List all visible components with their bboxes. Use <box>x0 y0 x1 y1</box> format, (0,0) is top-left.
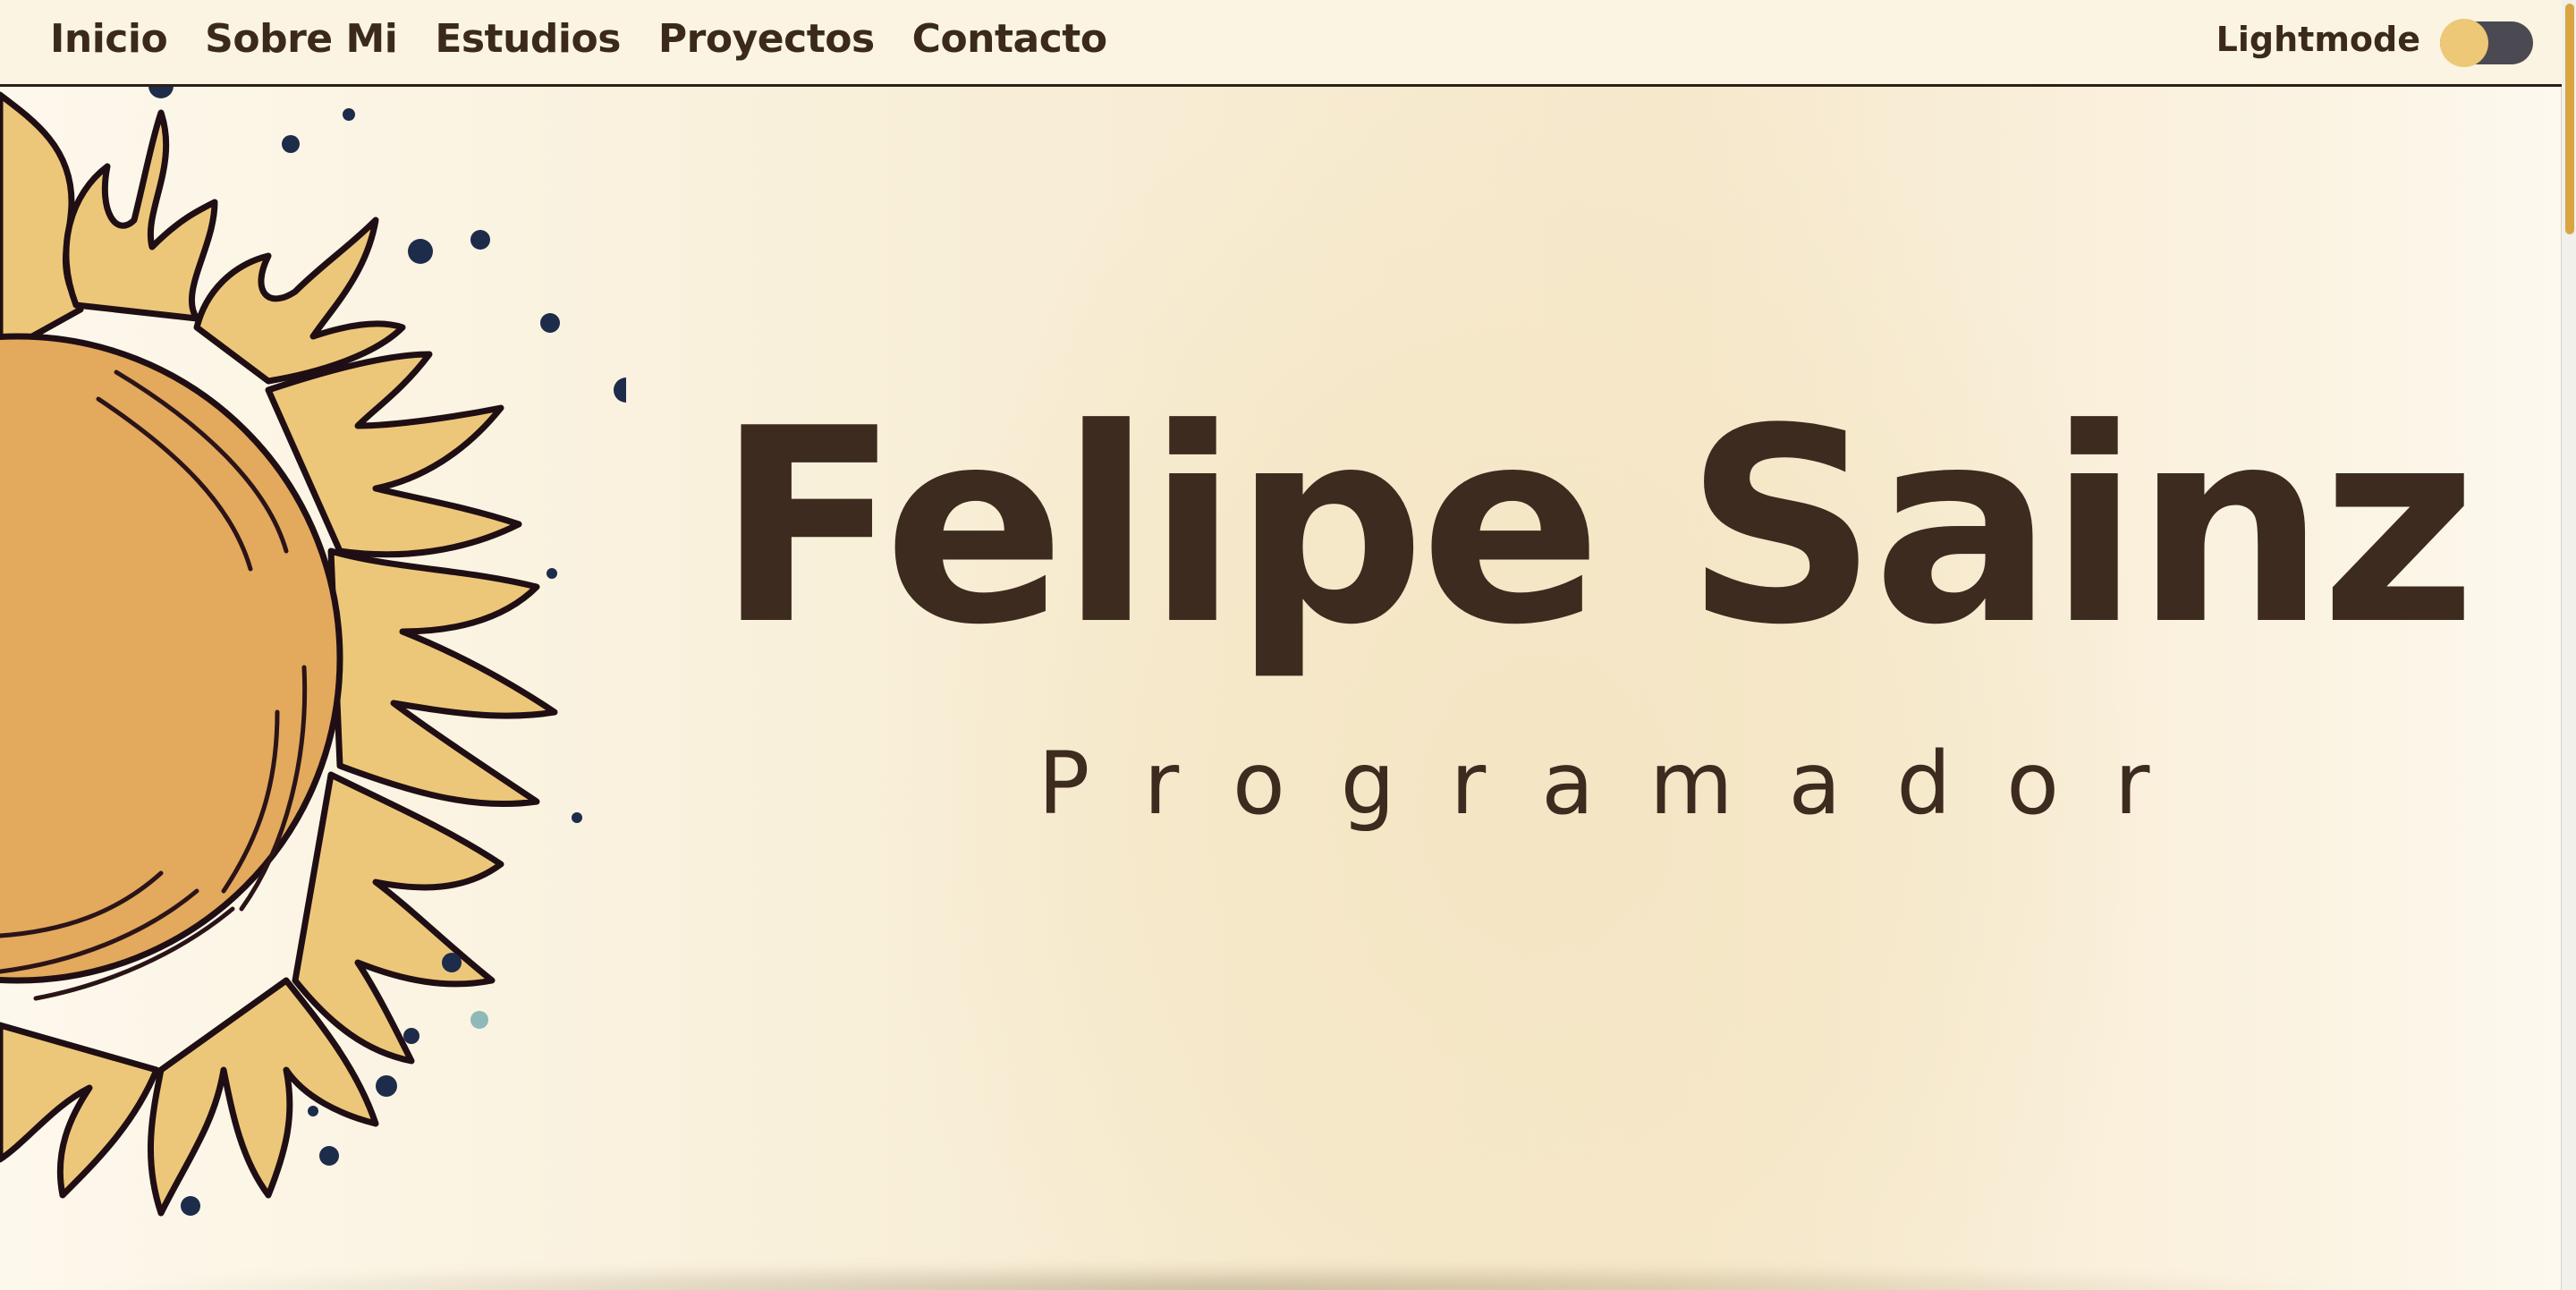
toggle-knob <box>2440 19 2488 67</box>
scrollbar-thumb[interactable] <box>2565 4 2574 234</box>
nav-links: Inicio Sobre Mi Estudios Proyectos Conta… <box>50 16 1107 62</box>
sun-illustration-icon <box>0 86 626 1217</box>
nav-link-estudios[interactable]: Estudios <box>435 16 621 62</box>
theme-mode-label: Lightmode <box>2216 20 2420 59</box>
hero-role: Programador <box>1038 734 2206 834</box>
hero-name: Felipe Sainz <box>716 371 2477 683</box>
nav-link-proyectos[interactable]: Proyectos <box>658 16 875 62</box>
page-scrollbar[interactable] <box>2561 0 2576 1290</box>
page-background: Inicio Sobre Mi Estudios Proyectos Conta… <box>0 0 2562 1290</box>
nav-link-contacto[interactable]: Contacto <box>912 16 1107 62</box>
top-navbar: Inicio Sobre Mi Estudios Proyectos Conta… <box>0 0 2562 87</box>
theme-toggle-icon[interactable] <box>2440 19 2533 67</box>
hero-section: Felipe Sainz Programador <box>626 371 2562 835</box>
theme-switcher: Lightmode <box>2216 18 2533 67</box>
nav-link-inicio[interactable]: Inicio <box>50 16 168 62</box>
nav-link-sobre-mi[interactable]: Sobre Mi <box>205 16 398 62</box>
